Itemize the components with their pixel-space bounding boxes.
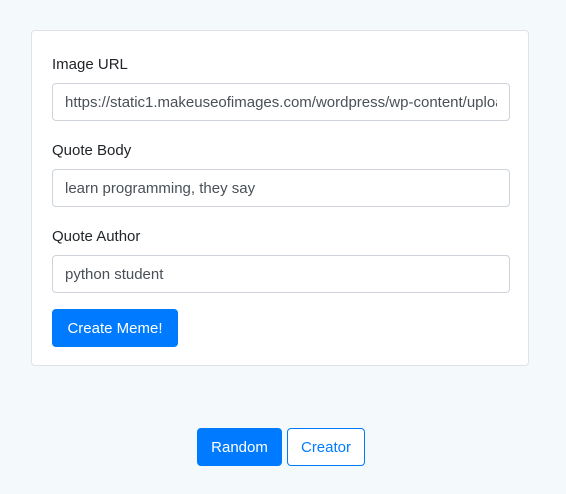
quote-body-label: Quote Body [52,142,132,159]
quote-body-input[interactable] [52,169,510,207]
meme-form-card: Image URL Quote Body Quote Author Create… [31,30,529,366]
quote-author-label: Quote Author [52,228,141,245]
creator-button[interactable]: Creator [287,428,365,466]
image-url-label: Image URL [52,56,128,73]
image-url-input[interactable] [52,83,510,121]
create-meme-button[interactable]: Create Meme! [52,309,178,347]
quote-author-input[interactable] [52,255,510,293]
random-button[interactable]: Random [197,428,282,466]
